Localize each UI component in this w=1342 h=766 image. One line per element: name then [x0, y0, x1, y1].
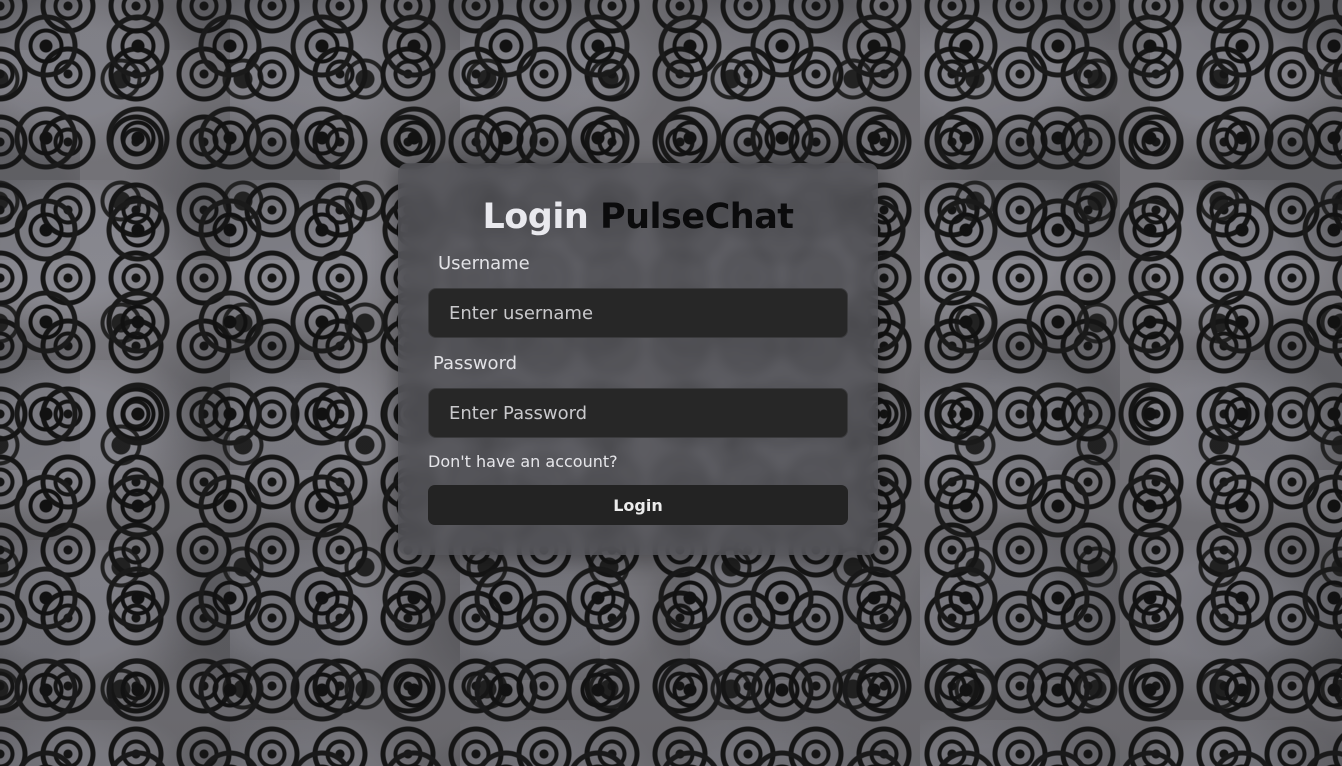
- signup-link[interactable]: Don't have an account?: [428, 452, 618, 471]
- login-card: Login PulseChat Username Password Don't …: [398, 163, 878, 555]
- title-login-word: Login: [482, 197, 589, 237]
- username-input[interactable]: [428, 288, 848, 338]
- password-label: Password: [433, 353, 518, 374]
- login-button[interactable]: Login: [428, 485, 848, 525]
- username-label: Username: [438, 253, 530, 274]
- password-input[interactable]: [428, 388, 848, 438]
- page-title: Login PulseChat: [398, 195, 878, 239]
- title-app-name: PulseChat: [599, 197, 794, 237]
